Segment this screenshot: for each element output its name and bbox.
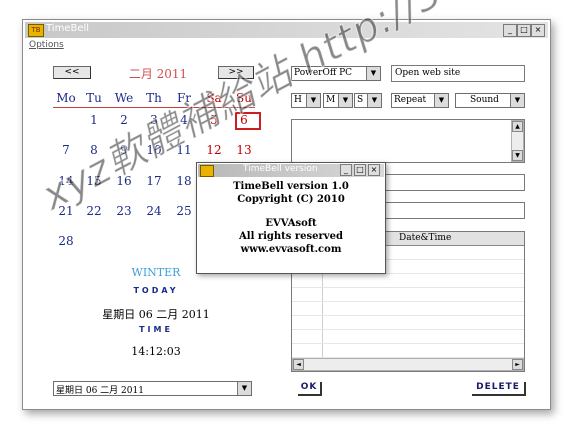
calendar-day[interactable]: 10 — [141, 143, 167, 157]
hour-select[interactable]: H ▼ — [291, 93, 321, 108]
current-time: 14:12:03 — [131, 345, 181, 358]
prev-month-button[interactable]: << — [53, 66, 91, 79]
minute-select[interactable]: M ▼ — [323, 93, 353, 108]
about-copyright: Copyright (C) 2010 — [237, 194, 345, 205]
about-company: EVVAsoft — [265, 218, 317, 229]
message-textarea[interactable]: ▲ ▼ — [291, 119, 525, 163]
calendar-day[interactable]: 25 — [171, 204, 197, 218]
calendar-day[interactable]: 8 — [81, 143, 107, 157]
scroll-right-icon[interactable]: ► — [512, 359, 523, 370]
column-datetime[interactable]: Date&Time — [399, 233, 451, 243]
maximize-button[interactable]: □ — [517, 24, 531, 37]
title-bar[interactable]: TB TimeBell _ □ × — [25, 22, 548, 38]
weekday-mo: Mo — [56, 91, 76, 105]
window-title: TimeBell — [46, 23, 90, 34]
second-select-value: S — [357, 95, 364, 105]
about-title-bar[interactable]: TimeBell version _ □ × — [198, 164, 384, 177]
action-select[interactable]: PowerOff PC ▼ — [291, 66, 381, 81]
second-select[interactable]: S ▼ — [354, 93, 382, 108]
about-title: TimeBell version — [243, 164, 318, 174]
ok-button[interactable]: OK — [298, 382, 322, 396]
close-button[interactable]: × — [531, 24, 545, 37]
calendar-day[interactable]: 4 — [171, 113, 197, 127]
scroll-down-icon[interactable]: ▼ — [512, 150, 523, 161]
app-icon: TB — [28, 24, 44, 37]
action-select-value: PowerOff PC — [294, 68, 353, 78]
list-row-line — [292, 287, 524, 288]
date-combo-value: 星期日 06 二月 2011 — [56, 386, 144, 396]
calendar-day[interactable]: 14 — [53, 174, 79, 188]
calendar-day[interactable]: 13 — [231, 143, 257, 157]
chevron-down-icon[interactable]: ▼ — [306, 94, 320, 107]
calendar-day[interactable]: 15 — [81, 174, 107, 188]
hour-select-value: H — [294, 95, 302, 105]
calendar-day[interactable]: 18 — [171, 174, 197, 188]
time-label: TIME — [139, 325, 173, 334]
calendar-day[interactable]: 3 — [141, 113, 167, 127]
list-row-line — [292, 315, 524, 316]
minimize-button[interactable]: _ — [503, 24, 517, 37]
chevron-down-icon[interactable]: ▼ — [338, 94, 352, 107]
chevron-down-icon[interactable]: ▼ — [434, 94, 448, 107]
weekday-su: Su — [236, 91, 252, 105]
today-label: TODAY — [133, 286, 179, 295]
maximize-button[interactable]: □ — [354, 164, 366, 176]
calendar-day[interactable]: 22 — [81, 204, 107, 218]
sound-select[interactable]: Sound ▼ — [455, 93, 525, 108]
repeat-select-value: Repeat — [394, 95, 427, 105]
calendar-day[interactable]: 7 — [53, 143, 79, 157]
calendar-day[interactable]: 21 — [53, 204, 79, 218]
weekday-we: We — [114, 91, 134, 105]
delete-button[interactable]: DELETE — [472, 382, 526, 396]
about-version: TimeBell version 1.0 — [233, 181, 349, 192]
calendar-day[interactable]: 24 — [141, 204, 167, 218]
chevron-down-icon[interactable]: ▼ — [367, 94, 381, 107]
current-date: 星期日 06 二月 2011 — [102, 308, 210, 321]
chevron-down-icon[interactable]: ▼ — [237, 382, 251, 395]
sound-select-value: Sound — [470, 95, 499, 105]
about-website[interactable]: www.evvasoft.com — [197, 244, 385, 255]
open-web-site-text: Open web site — [395, 68, 461, 78]
about-dialog: TimeBell version _ □ × TimeBell version … — [196, 162, 386, 274]
app-icon — [200, 165, 214, 177]
repeat-select[interactable]: Repeat ▼ — [391, 93, 449, 108]
about-rights: All rights reserved — [239, 231, 343, 242]
menu-bar: Options — [29, 40, 64, 50]
calendar-day[interactable]: 28 — [53, 234, 79, 248]
calendar-day[interactable]: 23 — [111, 204, 137, 218]
list-scrollbar[interactable]: ◄ ► — [292, 358, 524, 371]
calendar-day[interactable]: 11 — [171, 143, 197, 157]
month-title: 二月 2011 — [128, 67, 188, 81]
today-highlight — [235, 112, 261, 130]
chevron-down-icon[interactable]: ▼ — [366, 67, 380, 80]
calendar-day[interactable]: 17 — [141, 174, 167, 188]
program-path-field[interactable] — [383, 202, 525, 219]
calendar-day[interactable]: 1 — [81, 113, 107, 127]
date-combo[interactable]: 星期日 06 二月 2011 ▼ — [53, 381, 252, 396]
weekday-th: Th — [146, 91, 162, 105]
open-web-site-field[interactable]: Open web site — [391, 65, 525, 82]
list-row-line — [292, 343, 524, 344]
minimize-button[interactable]: _ — [340, 164, 352, 176]
calendar-day[interactable]: 16 — [111, 174, 137, 188]
list-row-line — [292, 329, 524, 330]
sound-file-field[interactable] — [383, 174, 525, 191]
textarea-scrollbar[interactable]: ▲ ▼ — [511, 120, 524, 162]
scroll-up-icon[interactable]: ▲ — [512, 121, 523, 132]
next-month-button[interactable]: >> — [218, 66, 254, 79]
weekday-fr: Fr — [176, 91, 192, 105]
calendar-divider — [53, 107, 255, 108]
minute-select-value: M — [326, 95, 336, 105]
calendar-day[interactable]: 12 — [201, 143, 227, 157]
close-button[interactable]: × — [368, 164, 380, 176]
scroll-left-icon[interactable]: ◄ — [293, 359, 304, 370]
weekday-sa: Sa — [206, 91, 222, 105]
calendar-day[interactable]: 5 — [201, 113, 227, 127]
chevron-down-icon[interactable]: ▼ — [510, 94, 524, 107]
calendar-day[interactable]: 2 — [111, 113, 137, 127]
calendar-day[interactable]: 9 — [111, 143, 137, 157]
list-row-line — [292, 301, 524, 302]
weekday-tu: Tu — [86, 91, 102, 105]
menu-options[interactable]: Options — [29, 40, 64, 50]
